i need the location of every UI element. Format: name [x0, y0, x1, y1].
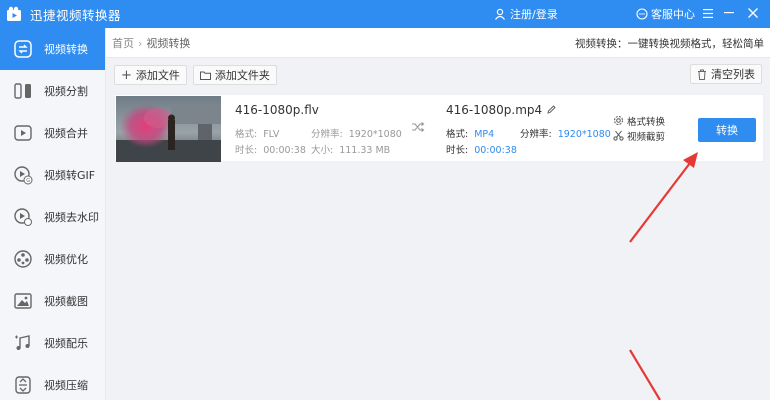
close-button[interactable] [744, 4, 762, 22]
main-panel: 首页 › 视频转换 视频转换：一键转换视频格式，轻松简单 + 添加文件 添加文件夹 … [106, 28, 770, 400]
login-label: 注册/登录 [510, 8, 558, 21]
format-settings-label: 格式转换 [627, 116, 666, 128]
app-logo-icon [6, 6, 24, 22]
file-actions: 格式转换 视频截剪 [613, 113, 665, 143]
source-size: 大小: 111.33 MB [311, 142, 390, 156]
source-format-value: FLV [263, 129, 280, 140]
sidebar-item-video-music[interactable]: 视频配乐 [0, 322, 105, 364]
app-title: 迅捷视频转换器 [30, 7, 122, 23]
source-file-name: 416-1080p.flv [235, 103, 319, 117]
menu-icon [703, 8, 713, 18]
sidebar-item-label: 视频配乐 [44, 337, 88, 350]
sidebar-item-video-screenshot[interactable]: 视频截图 [0, 280, 105, 322]
minimize-button[interactable] [720, 4, 738, 22]
format-settings-button[interactable]: 格式转换 [613, 113, 665, 128]
gear-icon [614, 116, 623, 125]
output-duration: 时长: 00:00:38 [446, 142, 517, 156]
title-bar: 迅捷视频转换器 注册/登录 客服中心 [0, 0, 770, 28]
login-link[interactable]: 注册/登录 [494, 6, 558, 22]
sidebar-item-video-gif[interactable]: G 视频转GIF [0, 154, 105, 196]
sidebar-item-label: 视频优化 [44, 253, 88, 266]
add-file-label: 添加文件 [135, 69, 180, 82]
convert-button[interactable]: 转换 [698, 118, 756, 142]
video-watermark-icon [12, 206, 34, 228]
sidebar-item-label: 视频截图 [44, 295, 88, 308]
breadcrumb-current: 视频转换 [146, 36, 191, 50]
add-file-button[interactable]: + 添加文件 [114, 65, 187, 85]
video-convert-icon [12, 38, 34, 60]
sidebar-item-video-optimize[interactable]: 视频优化 [0, 238, 105, 280]
close-icon [748, 8, 758, 18]
sidebar-item-label: 视频转GIF [44, 169, 96, 182]
output-format: 格式: MP4 [446, 126, 494, 140]
minimize-icon [724, 12, 734, 14]
sidebar-item-label: 视频分割 [44, 85, 88, 98]
edit-pencil-icon[interactable] [546, 105, 556, 115]
output-resolution: 分辨率: 1920*1080 [520, 126, 611, 140]
source-format-label: 格式: [235, 129, 258, 140]
file-row: 416-1080p.flv 格式: FLV 分辨率: 1920*1080 时长: 00… [114, 94, 764, 162]
output-resolution-value: 1920*1080 [557, 129, 611, 140]
source-duration: 时长: 00:00:38 [235, 142, 306, 156]
plus-icon: + [121, 67, 132, 83]
sidebar-item-label: 视频去水印 [44, 211, 99, 224]
video-thumbnail [116, 96, 221, 162]
breadcrumb: 首页 › 视频转换 [112, 35, 190, 51]
breadcrumb-separator-icon: › [138, 36, 143, 50]
sidebar-item-label: 视频合并 [44, 127, 88, 140]
trash-icon [698, 69, 706, 80]
folder-icon [199, 71, 211, 80]
video-compress-icon [12, 374, 34, 396]
support-label: 客服中心 [651, 8, 695, 21]
output-format-value: MP4 [474, 129, 495, 140]
output-file-name[interactable]: 416-1080p.mp4 [446, 103, 556, 117]
chat-icon [636, 8, 648, 20]
video-merge-icon [12, 122, 34, 144]
clear-list-label: 清空列表 [711, 68, 755, 81]
output-duration-value: 00:00:38 [474, 145, 517, 156]
video-gif-icon: G [12, 164, 34, 186]
source-duration-label: 时长: [235, 145, 258, 156]
breadcrumb-home[interactable]: 首页 [112, 37, 134, 50]
video-trim-button[interactable]: 视频截剪 [613, 128, 665, 143]
output-format-label: 格式: [446, 129, 469, 140]
breadcrumb-bar: 首页 › 视频转换 视频转换：一键转换视频格式，轻松简单 [106, 28, 770, 58]
menu-button[interactable] [699, 4, 717, 22]
source-resolution-value: 1920*1080 [348, 129, 402, 140]
source-resolution-label: 分辨率: [311, 129, 343, 140]
source-size-label: 大小: [311, 145, 334, 156]
feature-tip: 视频转换：一键转换视频格式，轻松简单 [575, 38, 764, 50]
user-icon [495, 8, 505, 20]
output-duration-label: 时长: [446, 145, 469, 156]
source-duration-value: 00:00:38 [263, 145, 306, 156]
source-format: 格式: FLV [235, 126, 279, 140]
shuffle-icon [411, 121, 425, 136]
sidebar-item-video-convert[interactable]: 视频转换 [0, 28, 105, 70]
toolbar: + 添加文件 添加文件夹 清空列表 [106, 58, 770, 92]
sidebar-item-video-merge[interactable]: 视频合并 [0, 112, 105, 154]
add-folder-button[interactable]: 添加文件夹 [192, 65, 277, 85]
add-folder-label: 添加文件夹 [214, 69, 270, 82]
video-split-icon [12, 80, 34, 102]
scissors-icon [613, 130, 624, 141]
support-link[interactable]: 客服中心 [636, 6, 695, 22]
sidebar-item-video-compress[interactable]: 视频压缩 [0, 364, 105, 400]
sidebar-item-label: 视频压缩 [44, 379, 88, 392]
video-trim-label: 视频截剪 [627, 131, 666, 143]
source-resolution: 分辨率: 1920*1080 [311, 126, 402, 140]
video-optimize-icon [12, 248, 34, 270]
sidebar-item-video-watermark[interactable]: 视频去水印 [0, 196, 105, 238]
clear-list-button[interactable]: 清空列表 [690, 64, 762, 84]
sidebar-item-label: 视频转换 [44, 43, 88, 56]
video-music-icon [12, 332, 34, 354]
source-size-value: 111.33 MB [339, 145, 391, 156]
output-file-name-text: 416-1080p.mp4 [446, 103, 543, 117]
output-resolution-label: 分辨率: [520, 129, 552, 140]
svg-text:G: G [26, 178, 30, 184]
sidebar: 视频转换 视频分割 视频合并 G 视频转GIF 视频去水印 视频优化 视频截图 [0, 28, 106, 400]
video-screenshot-icon [12, 290, 34, 312]
sidebar-item-video-split[interactable]: 视频分割 [0, 70, 105, 112]
